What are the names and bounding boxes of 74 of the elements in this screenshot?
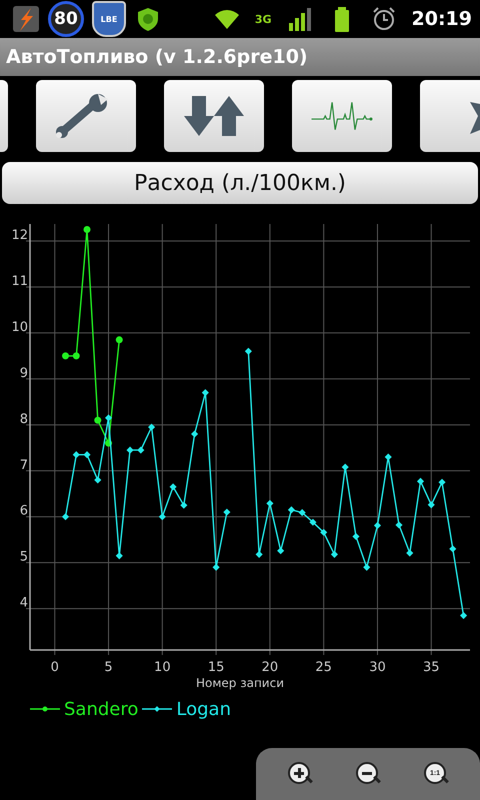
legend-label: Logan: [176, 698, 231, 720]
network-type-indicator: 3G: [254, 12, 272, 26]
data-point: [363, 564, 370, 571]
y-tick-label: 4: [20, 596, 28, 611]
status-time: 20:19: [412, 8, 472, 30]
data-point: [126, 446, 134, 454]
data-point: [72, 352, 80, 360]
battery-level-badge: 80: [48, 1, 84, 37]
data-point: [277, 547, 284, 554]
data-point: [105, 440, 112, 447]
x-tick-label: 25: [315, 660, 332, 675]
data-point: [202, 389, 209, 396]
data-point: [428, 501, 435, 508]
lightning-app-icon: [12, 5, 40, 33]
data-point: [298, 509, 306, 516]
y-tick-label: 10: [11, 320, 28, 335]
y-tick-label: 9: [20, 366, 28, 381]
data-point: [395, 521, 403, 529]
data-point: [330, 550, 338, 558]
data-point: [62, 352, 69, 360]
data-point: [244, 348, 252, 355]
x-tick-label: 10: [154, 660, 171, 675]
data-point: [148, 424, 156, 431]
data-point: [116, 336, 123, 344]
data-point: [438, 478, 446, 486]
data-point: [384, 453, 392, 461]
window-title: АвтоТопливо (v 1.2.6pre10): [6, 46, 308, 68]
data-point: [460, 612, 468, 620]
y-tick-label: 11: [11, 274, 28, 289]
data-point: [223, 508, 230, 516]
data-point: [352, 532, 360, 540]
pulse-button[interactable]: [292, 80, 392, 152]
data-point: [180, 502, 188, 509]
data-point: [342, 464, 349, 471]
data-point: [105, 414, 112, 422]
x-axis-label: Номер записи: [196, 676, 284, 690]
data-point: [84, 226, 91, 234]
data-point: [449, 545, 456, 552]
x-tick-label: 15: [208, 660, 224, 675]
data-point: [116, 552, 123, 560]
y-tick-label: 7: [20, 458, 28, 473]
settings-button[interactable]: [36, 80, 136, 152]
y-tick-label: 5: [20, 550, 28, 565]
x-tick-label: 30: [369, 660, 386, 675]
data-point: [266, 500, 274, 507]
legend-label: Sandero: [64, 698, 138, 720]
data-point: [62, 513, 70, 520]
up-down-arrows-icon: [182, 94, 246, 138]
data-point: [94, 476, 102, 484]
data-point: [406, 550, 414, 557]
data-point: [309, 518, 316, 526]
data-point: [170, 483, 177, 490]
x-tick-label: 0: [50, 660, 59, 675]
x-tick-label: 20: [262, 660, 278, 675]
data-point: [320, 528, 328, 536]
data-point: [212, 564, 220, 571]
security-shield-badge: LBE: [92, 1, 126, 37]
import-export-button[interactable]: [164, 80, 264, 152]
data-point: [94, 416, 102, 424]
x-tick-label: 35: [423, 660, 440, 675]
data-point: [72, 451, 80, 458]
data-point: [288, 506, 295, 514]
data-point: [191, 430, 198, 438]
data-point: [374, 522, 382, 529]
data-point: [256, 550, 263, 558]
x-tick-label: 5: [104, 660, 113, 675]
y-tick-label: 12: [11, 228, 28, 243]
y-tick-label: 8: [20, 412, 28, 427]
data-point: [137, 446, 144, 454]
data-point: [83, 451, 91, 458]
consumption-report-button[interactable]: Расход (л./100км.): [2, 162, 478, 204]
y-tick-label: 6: [20, 504, 28, 519]
data-point: [416, 478, 424, 485]
data-point: [158, 513, 166, 520]
